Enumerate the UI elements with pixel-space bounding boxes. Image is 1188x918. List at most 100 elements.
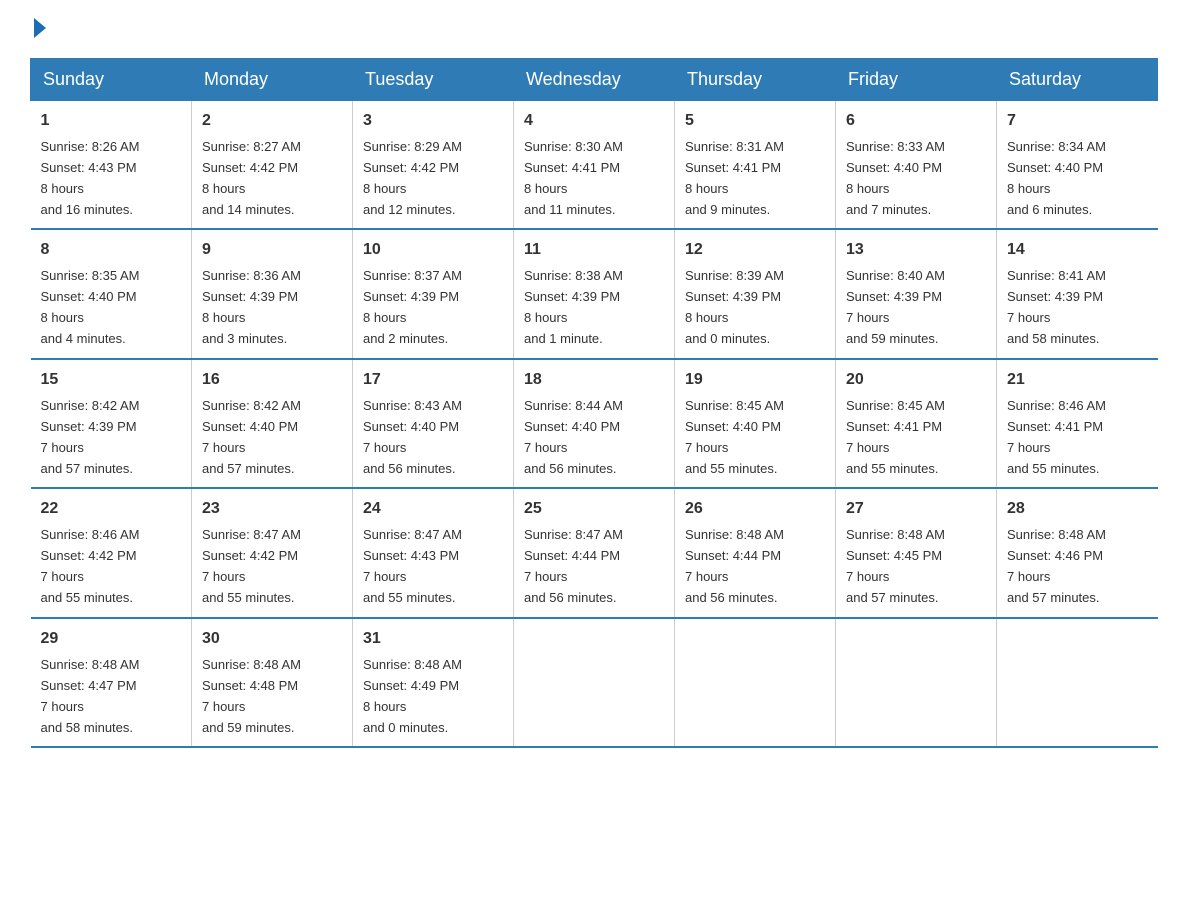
calendar-cell: 10 Sunrise: 8:37 AMSunset: 4:39 PM8 hour… <box>353 229 514 358</box>
logo <box>30 20 46 40</box>
day-info: Sunrise: 8:40 AMSunset: 4:39 PM7 hoursan… <box>846 268 945 346</box>
calendar-cell <box>514 618 675 747</box>
day-number: 25 <box>524 497 664 522</box>
day-info: Sunrise: 8:45 AMSunset: 4:40 PM7 hoursan… <box>685 398 784 476</box>
day-info: Sunrise: 8:47 AMSunset: 4:43 PM7 hoursan… <box>363 527 462 605</box>
day-number: 17 <box>363 368 503 393</box>
day-info: Sunrise: 8:36 AMSunset: 4:39 PM8 hoursan… <box>202 268 301 346</box>
day-number: 8 <box>41 238 182 263</box>
calendar-cell: 15 Sunrise: 8:42 AMSunset: 4:39 PM7 hour… <box>31 359 192 488</box>
day-info: Sunrise: 8:48 AMSunset: 4:44 PM7 hoursan… <box>685 527 784 605</box>
calendar-cell: 28 Sunrise: 8:48 AMSunset: 4:46 PM7 hour… <box>997 488 1158 617</box>
calendar-cell: 4 Sunrise: 8:30 AMSunset: 4:41 PM8 hours… <box>514 101 675 230</box>
day-number: 31 <box>363 627 503 652</box>
day-number: 4 <box>524 109 664 134</box>
day-number: 30 <box>202 627 342 652</box>
day-info: Sunrise: 8:39 AMSunset: 4:39 PM8 hoursan… <box>685 268 784 346</box>
day-number: 11 <box>524 238 664 263</box>
day-info: Sunrise: 8:37 AMSunset: 4:39 PM8 hoursan… <box>363 268 462 346</box>
day-info: Sunrise: 8:35 AMSunset: 4:40 PM8 hoursan… <box>41 268 140 346</box>
weekday-header-saturday: Saturday <box>997 59 1158 101</box>
calendar-cell: 12 Sunrise: 8:39 AMSunset: 4:39 PM8 hour… <box>675 229 836 358</box>
day-number: 21 <box>1007 368 1148 393</box>
day-number: 23 <box>202 497 342 522</box>
day-number: 1 <box>41 109 182 134</box>
calendar-cell: 13 Sunrise: 8:40 AMSunset: 4:39 PM7 hour… <box>836 229 997 358</box>
calendar-cell: 29 Sunrise: 8:48 AMSunset: 4:47 PM7 hour… <box>31 618 192 747</box>
calendar-week-row: 8 Sunrise: 8:35 AMSunset: 4:40 PM8 hours… <box>31 229 1158 358</box>
day-info: Sunrise: 8:45 AMSunset: 4:41 PM7 hoursan… <box>846 398 945 476</box>
day-number: 12 <box>685 238 825 263</box>
calendar-cell: 18 Sunrise: 8:44 AMSunset: 4:40 PM7 hour… <box>514 359 675 488</box>
day-info: Sunrise: 8:47 AMSunset: 4:42 PM7 hoursan… <box>202 527 301 605</box>
calendar-cell: 25 Sunrise: 8:47 AMSunset: 4:44 PM7 hour… <box>514 488 675 617</box>
day-info: Sunrise: 8:48 AMSunset: 4:47 PM7 hoursan… <box>41 657 140 735</box>
calendar-cell: 17 Sunrise: 8:43 AMSunset: 4:40 PM7 hour… <box>353 359 514 488</box>
calendar-body: 1 Sunrise: 8:26 AMSunset: 4:43 PM8 hours… <box>31 101 1158 748</box>
calendar-cell: 14 Sunrise: 8:41 AMSunset: 4:39 PM7 hour… <box>997 229 1158 358</box>
day-number: 9 <box>202 238 342 263</box>
calendar-cell <box>997 618 1158 747</box>
day-number: 24 <box>363 497 503 522</box>
day-number: 27 <box>846 497 986 522</box>
day-info: Sunrise: 8:48 AMSunset: 4:46 PM7 hoursan… <box>1007 527 1106 605</box>
calendar-cell: 1 Sunrise: 8:26 AMSunset: 4:43 PM8 hours… <box>31 101 192 230</box>
calendar-cell: 27 Sunrise: 8:48 AMSunset: 4:45 PM7 hour… <box>836 488 997 617</box>
calendar-cell: 30 Sunrise: 8:48 AMSunset: 4:48 PM7 hour… <box>192 618 353 747</box>
day-info: Sunrise: 8:46 AMSunset: 4:42 PM7 hoursan… <box>41 527 140 605</box>
calendar-cell: 9 Sunrise: 8:36 AMSunset: 4:39 PM8 hours… <box>192 229 353 358</box>
day-number: 20 <box>846 368 986 393</box>
day-number: 15 <box>41 368 182 393</box>
weekday-header-friday: Friday <box>836 59 997 101</box>
day-number: 5 <box>685 109 825 134</box>
calendar-cell: 20 Sunrise: 8:45 AMSunset: 4:41 PM7 hour… <box>836 359 997 488</box>
weekday-header-thursday: Thursday <box>675 59 836 101</box>
calendar-cell: 11 Sunrise: 8:38 AMSunset: 4:39 PM8 hour… <box>514 229 675 358</box>
calendar-cell: 3 Sunrise: 8:29 AMSunset: 4:42 PM8 hours… <box>353 101 514 230</box>
day-number: 18 <box>524 368 664 393</box>
calendar-week-row: 15 Sunrise: 8:42 AMSunset: 4:39 PM7 hour… <box>31 359 1158 488</box>
day-number: 16 <box>202 368 342 393</box>
calendar-cell: 5 Sunrise: 8:31 AMSunset: 4:41 PM8 hours… <box>675 101 836 230</box>
day-info: Sunrise: 8:29 AMSunset: 4:42 PM8 hoursan… <box>363 139 462 217</box>
day-info: Sunrise: 8:48 AMSunset: 4:45 PM7 hoursan… <box>846 527 945 605</box>
calendar-cell: 26 Sunrise: 8:48 AMSunset: 4:44 PM7 hour… <box>675 488 836 617</box>
logo-arrow-icon <box>34 18 46 38</box>
calendar-cell: 21 Sunrise: 8:46 AMSunset: 4:41 PM7 hour… <box>997 359 1158 488</box>
calendar-cell: 8 Sunrise: 8:35 AMSunset: 4:40 PM8 hours… <box>31 229 192 358</box>
calendar-cell: 23 Sunrise: 8:47 AMSunset: 4:42 PM7 hour… <box>192 488 353 617</box>
weekday-header-row: SundayMondayTuesdayWednesdayThursdayFrid… <box>31 59 1158 101</box>
calendar-cell: 19 Sunrise: 8:45 AMSunset: 4:40 PM7 hour… <box>675 359 836 488</box>
day-info: Sunrise: 8:43 AMSunset: 4:40 PM7 hoursan… <box>363 398 462 476</box>
day-number: 26 <box>685 497 825 522</box>
day-info: Sunrise: 8:42 AMSunset: 4:39 PM7 hoursan… <box>41 398 140 476</box>
day-info: Sunrise: 8:38 AMSunset: 4:39 PM8 hoursan… <box>524 268 623 346</box>
calendar-cell: 6 Sunrise: 8:33 AMSunset: 4:40 PM8 hours… <box>836 101 997 230</box>
page-header <box>30 20 1158 40</box>
day-number: 7 <box>1007 109 1148 134</box>
day-info: Sunrise: 8:27 AMSunset: 4:42 PM8 hoursan… <box>202 139 301 217</box>
day-info: Sunrise: 8:34 AMSunset: 4:40 PM8 hoursan… <box>1007 139 1106 217</box>
calendar-cell <box>836 618 997 747</box>
weekday-header-monday: Monday <box>192 59 353 101</box>
day-info: Sunrise: 8:31 AMSunset: 4:41 PM8 hoursan… <box>685 139 784 217</box>
day-info: Sunrise: 8:30 AMSunset: 4:41 PM8 hoursan… <box>524 139 623 217</box>
calendar-week-row: 29 Sunrise: 8:48 AMSunset: 4:47 PM7 hour… <box>31 618 1158 747</box>
weekday-header-tuesday: Tuesday <box>353 59 514 101</box>
calendar-week-row: 22 Sunrise: 8:46 AMSunset: 4:42 PM7 hour… <box>31 488 1158 617</box>
day-info: Sunrise: 8:41 AMSunset: 4:39 PM7 hoursan… <box>1007 268 1106 346</box>
day-number: 3 <box>363 109 503 134</box>
day-number: 14 <box>1007 238 1148 263</box>
calendar-cell: 22 Sunrise: 8:46 AMSunset: 4:42 PM7 hour… <box>31 488 192 617</box>
day-info: Sunrise: 8:47 AMSunset: 4:44 PM7 hoursan… <box>524 527 623 605</box>
day-info: Sunrise: 8:26 AMSunset: 4:43 PM8 hoursan… <box>41 139 140 217</box>
calendar-table: SundayMondayTuesdayWednesdayThursdayFrid… <box>30 58 1158 748</box>
calendar-cell: 31 Sunrise: 8:48 AMSunset: 4:49 PM8 hour… <box>353 618 514 747</box>
day-number: 2 <box>202 109 342 134</box>
day-info: Sunrise: 8:42 AMSunset: 4:40 PM7 hoursan… <box>202 398 301 476</box>
calendar-week-row: 1 Sunrise: 8:26 AMSunset: 4:43 PM8 hours… <box>31 101 1158 230</box>
calendar-cell: 7 Sunrise: 8:34 AMSunset: 4:40 PM8 hours… <box>997 101 1158 230</box>
day-info: Sunrise: 8:33 AMSunset: 4:40 PM8 hoursan… <box>846 139 945 217</box>
calendar-cell: 16 Sunrise: 8:42 AMSunset: 4:40 PM7 hour… <box>192 359 353 488</box>
day-number: 28 <box>1007 497 1148 522</box>
